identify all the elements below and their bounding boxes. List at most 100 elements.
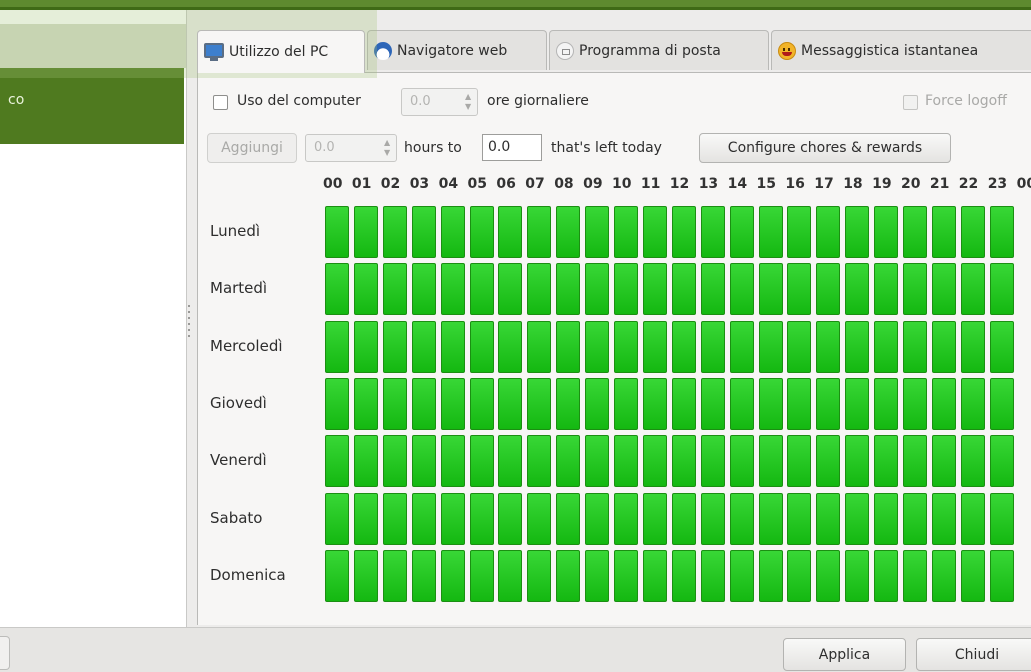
hour-slot[interactable] [411,549,436,602]
hour-slot[interactable] [700,549,725,602]
hour-slot[interactable] [556,377,581,430]
hour-slot[interactable] [874,435,899,488]
hour-slot[interactable] [642,263,667,316]
hour-slot[interactable] [845,435,870,488]
hour-slot[interactable] [671,492,696,545]
hour-slot[interactable] [874,492,899,545]
hour-slot[interactable] [729,435,754,488]
hour-slot[interactable] [816,263,841,316]
hour-slot[interactable] [758,377,783,430]
hour-slot[interactable] [787,206,812,258]
hour-slot[interactable] [903,435,927,488]
hour-slot[interactable] [527,492,552,545]
hour-slot[interactable] [845,492,870,545]
hour-slot[interactable] [469,549,494,602]
hour-slot[interactable] [874,206,899,258]
hour-slot[interactable] [469,206,494,258]
hour-slot[interactable] [585,320,610,373]
hour-slot[interactable] [325,377,349,430]
hour-slot[interactable] [700,435,725,488]
hour-slot[interactable] [931,206,956,258]
hour-slot[interactable] [353,263,378,316]
hour-slot[interactable] [960,206,985,258]
hour-slot[interactable] [498,320,523,373]
hour-slot[interactable] [469,492,494,545]
hour-slot[interactable] [700,320,725,373]
hour-slot[interactable] [903,320,927,373]
hour-slot[interactable] [816,206,841,258]
hour-slot[interactable] [325,492,349,545]
hour-slot[interactable] [411,377,436,430]
hour-slot[interactable] [671,206,696,258]
hour-slot[interactable] [614,377,638,430]
hour-slot[interactable] [642,320,667,373]
hour-slot[interactable] [440,549,465,602]
hour-slot[interactable] [498,377,523,430]
hour-slot[interactable] [989,549,1014,602]
hour-slot[interactable] [903,206,927,258]
hour-slot[interactable] [903,377,927,430]
hour-slot[interactable] [585,206,610,258]
hour-slot[interactable] [758,263,783,316]
hour-slot[interactable] [700,377,725,430]
tab-pc-usage[interactable]: Utilizzo del PC [197,30,365,73]
hour-slot[interactable] [585,263,610,316]
hour-slot[interactable] [960,549,985,602]
hour-slot[interactable] [440,377,465,430]
hour-slot[interactable] [700,492,725,545]
hour-slot[interactable] [642,377,667,430]
hour-slot[interactable] [700,206,725,258]
hour-slot[interactable] [353,377,378,430]
hour-slot[interactable] [642,549,667,602]
hour-slot[interactable] [411,435,436,488]
hour-slot[interactable] [411,263,436,316]
hour-slot[interactable] [440,206,465,258]
hour-slot[interactable] [411,206,436,258]
hour-slot[interactable] [787,435,812,488]
hour-slot[interactable] [874,549,899,602]
hour-slot[interactable] [411,492,436,545]
hour-slot[interactable] [758,320,783,373]
hour-slot[interactable] [614,492,638,545]
hour-slot[interactable] [585,435,610,488]
hour-slot[interactable] [903,549,927,602]
hour-slot[interactable] [931,492,956,545]
hour-slot[interactable] [469,320,494,373]
hour-slot[interactable] [614,206,638,258]
hour-slot[interactable] [469,377,494,430]
hour-slot[interactable] [787,492,812,545]
hour-slot[interactable] [556,320,581,373]
hour-slot[interactable] [556,492,581,545]
hour-slot[interactable] [469,263,494,316]
hour-slot[interactable] [353,206,378,258]
hour-slot[interactable] [498,263,523,316]
hour-slot[interactable] [816,320,841,373]
hour-slot[interactable] [903,492,927,545]
hour-slot[interactable] [729,320,754,373]
hour-slot[interactable] [614,549,638,602]
hour-slot[interactable] [845,206,870,258]
pane-resize-handle[interactable] [187,305,191,345]
hour-slot[interactable] [931,549,956,602]
close-button[interactable]: Chiudi [916,638,1031,671]
hour-slot[interactable] [758,492,783,545]
hour-slot[interactable] [440,263,465,316]
hour-slot[interactable] [382,435,407,488]
hour-slot[interactable] [903,263,927,316]
hour-slot[interactable] [556,263,581,316]
tab-mail-program[interactable]: Programma di posta [549,30,769,70]
hour-slot[interactable] [845,263,870,316]
hour-slot[interactable] [382,206,407,258]
hour-slot[interactable] [960,492,985,545]
hour-slot[interactable] [469,435,494,488]
apply-button[interactable]: Applica [783,638,906,671]
hour-slot[interactable] [729,492,754,545]
hour-slot[interactable] [527,320,552,373]
hour-slot[interactable] [758,206,783,258]
hour-slot[interactable] [671,435,696,488]
hour-slot[interactable] [960,377,985,430]
hour-slot[interactable] [845,320,870,373]
hour-slot[interactable] [787,549,812,602]
hour-slot[interactable] [527,549,552,602]
hour-slot[interactable] [527,377,552,430]
